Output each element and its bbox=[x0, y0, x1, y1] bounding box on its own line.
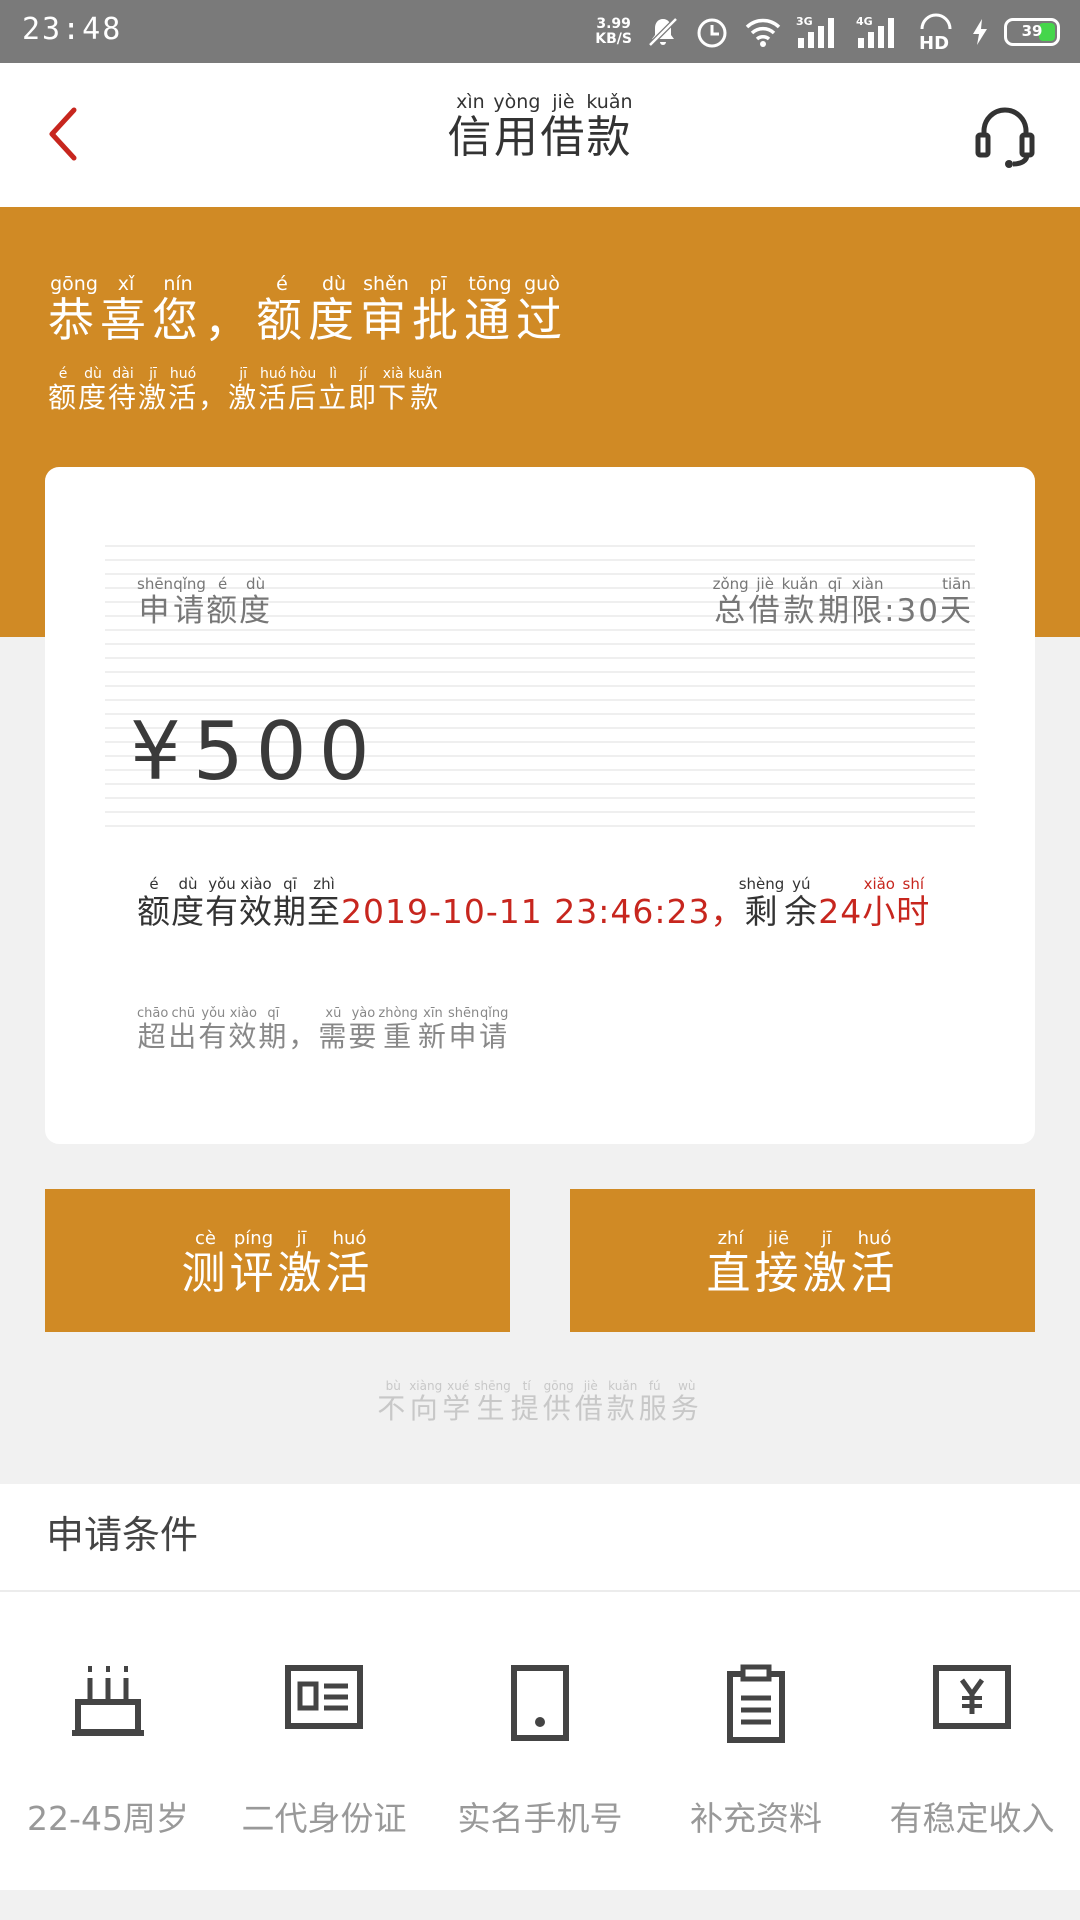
credit-card-panel: 申shēn请qǐng额é度dù 总zǒng借jiè款kuǎn期qī限xiàn:3… bbox=[45, 467, 1035, 1144]
apply-amount-label: 申shēn请qǐng额é度dù bbox=[137, 575, 273, 629]
conditions-list: 22-45周岁 二代身份证 实名手机号 补充资料 有稳定收入 bbox=[0, 1664, 1080, 1840]
evaluate-activate-button[interactable]: 测cè评píng激jī活huó bbox=[45, 1189, 510, 1332]
direct-activate-button[interactable]: 直zhí接jiē激jī活huó bbox=[570, 1189, 1035, 1332]
condition-id-card: 二代身份证 bbox=[216, 1664, 432, 1840]
condition-age: 22-45周岁 bbox=[0, 1664, 216, 1840]
validity-datetime: 2019-10-11 23:46:23， bbox=[341, 892, 745, 931]
battery-level: 39 bbox=[1021, 22, 1043, 40]
status-bar: 23:48 3.99 KB/S 3G 4G HD 39 bbox=[0, 0, 1080, 63]
network-speed: 3.99 KB/S bbox=[595, 16, 632, 47]
alarm-icon bbox=[694, 14, 730, 50]
status-icons: 3.99 KB/S 3G 4G HD 39 bbox=[595, 8, 1060, 56]
signal-3g-icon: 3G bbox=[796, 14, 842, 50]
banner-subtitle: 额é度dù待dài激jī活huó，激jī活huó后hòu立lì即jí下xià款k… bbox=[48, 366, 443, 414]
remaining-value: 24 bbox=[818, 892, 863, 931]
charging-icon bbox=[970, 17, 990, 47]
birthday-cake-icon bbox=[0, 1664, 216, 1764]
signal-4g-text: 4G bbox=[856, 15, 873, 28]
credit-amount: ¥500 bbox=[130, 705, 382, 798]
nav-bar: 信xìn用yòng借jiè款kuǎn bbox=[0, 63, 1080, 207]
divider bbox=[0, 1590, 1080, 1592]
condition-phone: 实名手机号 bbox=[432, 1664, 648, 1840]
hd-voice-icon: HD bbox=[916, 13, 956, 51]
hd-text: HD bbox=[919, 33, 949, 51]
page-title: 信xìn用yòng借jiè款kuǎn bbox=[447, 91, 633, 163]
clipboard-icon bbox=[648, 1664, 864, 1764]
conditions-header: 申请条件 bbox=[46, 1513, 199, 1557]
status-time: 23:48 bbox=[22, 12, 123, 47]
headset-icon bbox=[970, 107, 1040, 175]
signal-4g-icon: 4G bbox=[856, 14, 902, 50]
battery-icon: 39 bbox=[1004, 18, 1060, 46]
student-notice: 不bù向xiàng学xué生shēng提tí供gōng借jiè款kuǎn服fú务… bbox=[377, 1379, 703, 1425]
condition-documents: 补充资料 bbox=[648, 1664, 864, 1840]
condition-income: 有稳定收入 bbox=[864, 1664, 1080, 1840]
mute-icon bbox=[646, 15, 680, 49]
wifi-icon bbox=[744, 16, 782, 48]
income-icon bbox=[864, 1664, 1080, 1764]
conditions-section: 申请条件 22-45周岁 二代身份证 实名手机号 补充资料 有稳定收入 bbox=[0, 1484, 1080, 1890]
signal-3g-text: 3G bbox=[796, 15, 813, 28]
loan-term-label: 总zǒng借jiè款kuǎn期qī限xiàn:30天tiān bbox=[712, 575, 973, 629]
id-card-icon bbox=[216, 1664, 432, 1764]
validity-text: 额é度dù有yǒu效xiào期qī至zhì2019-10-11 23:46:23… bbox=[137, 875, 931, 931]
banner-title: 恭gōng喜xǐ您nín，额é度dù审shěn批pī通tōng过guò bbox=[48, 273, 568, 347]
mobile-phone-icon bbox=[432, 1664, 648, 1764]
expire-note: 超chāo出chū有yǒu效xiào期qī，需xū要yào重zhòng新xīn申… bbox=[137, 1006, 510, 1053]
customer-service-button[interactable] bbox=[970, 101, 1040, 171]
